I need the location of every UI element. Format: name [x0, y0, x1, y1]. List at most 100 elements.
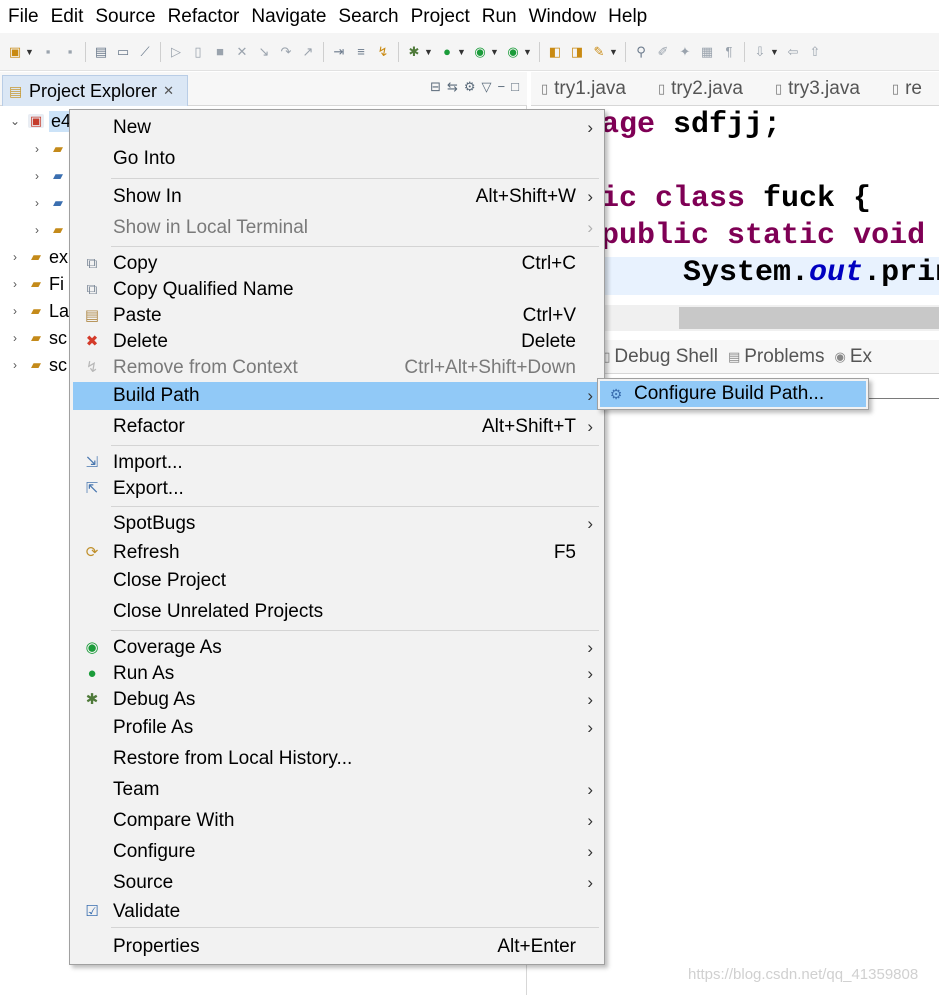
step-over-icon[interactable]: ↷ [278, 44, 294, 60]
disconnect-icon[interactable]: ✕ [234, 44, 250, 60]
tree-item-child[interactable]: › ▰ [30, 163, 71, 189]
tree-item-project[interactable]: › ▰ sc [8, 325, 67, 351]
menu-item-restore-from-local-history[interactable]: Restore from Local History... [73, 745, 601, 773]
new-class-icon[interactable]: ✎ [591, 44, 607, 60]
chevron-down-icon[interactable]: ⌄ [8, 114, 22, 128]
menu-item-configure[interactable]: Configure › [73, 838, 601, 866]
next-annotation-dropdown-icon[interactable]: ▼ [770, 44, 779, 60]
menu-item-paste[interactable]: ▤ Paste Ctrl+V [73, 302, 601, 330]
tree-item-child[interactable]: › ▰ [30, 190, 71, 216]
chevron-right-icon[interactable]: › [30, 169, 44, 183]
pin-icon[interactable]: ⇧ [807, 44, 823, 60]
menu-source[interactable]: Source [89, 0, 161, 33]
menu-item-copy-qualified-name[interactable]: ⧉ Copy Qualified Name [73, 276, 601, 304]
menu-item-refactor[interactable]: Refactor Alt+Shift+T › [73, 413, 601, 441]
menu-item-build-path[interactable]: Build Path › [73, 382, 601, 410]
menu-help[interactable]: Help [602, 0, 653, 33]
menu-item-new[interactable]: New › [73, 114, 601, 142]
new-java-project-icon[interactable]: ◧ [547, 44, 563, 60]
menu-item-refresh[interactable]: ⟳ Refresh F5 [73, 539, 601, 567]
collapse-all-icon[interactable]: ⊟ [430, 79, 441, 95]
save-all-icon[interactable]: ▪ [62, 44, 78, 60]
search-icon[interactable]: ⚲ [633, 44, 649, 60]
menu-item-team[interactable]: Team › [73, 776, 601, 804]
menu-refactor[interactable]: Refactor [162, 0, 246, 33]
maximize-icon[interactable]: □ [511, 79, 519, 95]
block-selection-icon[interactable]: ▦ [699, 44, 715, 60]
menu-item-export[interactable]: ⇱ Export... [73, 475, 601, 503]
menu-item-validate[interactable]: ☑ Validate [73, 898, 601, 926]
drop-to-frame-icon[interactable]: ⇥ [331, 44, 347, 60]
suspend-icon[interactable]: ▯ [190, 44, 206, 60]
menu-file[interactable]: File [2, 0, 45, 33]
menu-window[interactable]: Window [523, 0, 603, 33]
menu-navigate[interactable]: Navigate [245, 0, 332, 33]
skip-breakpoints-icon[interactable]: ⟋ [137, 44, 153, 60]
chevron-right-icon[interactable]: › [30, 142, 44, 156]
editor-tab[interactable]: ▯ re [882, 78, 939, 100]
menu-item-remove-from-context[interactable]: ↯ Remove from Context Ctrl+Alt+Shift+Down [73, 354, 601, 382]
editor-tab[interactable]: ▯ try1.java [531, 78, 648, 100]
chevron-right-icon[interactable]: › [30, 223, 44, 237]
next-annotation-icon[interactable]: ⇩ [752, 44, 768, 60]
terminal-icon[interactable]: ▭ [115, 44, 131, 60]
bottom-tab-ex[interactable]: ◉ Ex [825, 346, 873, 368]
menu-item-show-in[interactable]: Show In Alt+Shift+W › [73, 183, 601, 211]
save-icon[interactable]: ▪ [40, 44, 56, 60]
menu-item-source[interactable]: Source › [73, 869, 601, 897]
menu-item-go-into[interactable]: Go Into [73, 145, 601, 173]
menu-project[interactable]: Project [405, 0, 476, 33]
step-into-icon[interactable]: ↘ [256, 44, 272, 60]
coverage-dropdown-icon[interactable]: ▼ [490, 44, 499, 60]
minimize-icon[interactable]: − [498, 79, 506, 95]
configure-build-path-item[interactable]: ⚙ Configure Build Path... [600, 381, 866, 407]
scrollbar-thumb[interactable] [679, 307, 939, 329]
chevron-right-icon[interactable]: › [8, 331, 22, 345]
tree-item-child[interactable]: › ▰ [30, 217, 71, 243]
bottom-tab-debug-shell[interactable]: ▯ Debug Shell [593, 346, 718, 368]
menu-item-delete[interactable]: ✖ Delete Delete [73, 328, 601, 356]
chevron-right-icon[interactable]: › [8, 250, 22, 264]
menu-item-copy[interactable]: ⧉ Copy Ctrl+C [73, 250, 601, 278]
close-icon[interactable]: ✕ [163, 83, 174, 99]
menu-run[interactable]: Run [476, 0, 523, 33]
terminate-icon[interactable]: ■ [212, 44, 228, 60]
tree-item-project[interactable]: › ▰ ex [8, 244, 68, 270]
editor-tab[interactable]: ▯ try3.java [765, 78, 882, 100]
new-class-dropdown-icon[interactable]: ▼ [609, 44, 618, 60]
editor-tab[interactable]: ▯ try2.java [648, 78, 765, 100]
debug-dropdown-icon[interactable]: ▼ [424, 44, 433, 60]
coverage-icon[interactable]: ◉ [472, 44, 488, 60]
chevron-right-icon[interactable]: › [8, 358, 22, 372]
show-whitespace-icon[interactable]: ¶ [721, 44, 737, 60]
external-tools-dropdown-icon[interactable]: ▼ [523, 44, 532, 60]
new-dropdown-icon[interactable]: ▼ [25, 44, 34, 60]
menu-item-profile-as[interactable]: Profile As › [73, 714, 601, 742]
menu-item-import[interactable]: ⇲ Import... [73, 449, 601, 477]
use-step-filters-icon[interactable]: ≡ [353, 44, 369, 60]
menu-item-show-in-local-terminal[interactable]: Show in Local Terminal › [73, 214, 601, 242]
tree-item-child[interactable]: › ▰ [30, 136, 71, 162]
view-menu-icon[interactable]: ▽ [482, 79, 492, 95]
tree-item-project[interactable]: › ▰ La [8, 298, 69, 324]
resume-icon[interactable]: ▷ [168, 44, 184, 60]
chevron-right-icon[interactable]: › [8, 277, 22, 291]
menu-search[interactable]: Search [332, 0, 404, 33]
tree-item-project[interactable]: › ▰ sc [8, 352, 67, 378]
debug-icon[interactable]: ✱ [406, 44, 422, 60]
menu-item-close-unrelated-projects[interactable]: Close Unrelated Projects [73, 598, 601, 626]
build-icon[interactable]: ↯ [375, 44, 391, 60]
tree-item-root[interactable]: ⌄ ▣ e4 [8, 108, 74, 134]
menu-item-properties[interactable]: Properties Alt+Enter [73, 933, 601, 961]
filter-icon[interactable]: ⚙ [464, 79, 476, 95]
menu-item-compare-with[interactable]: Compare With › [73, 807, 601, 835]
new-icon[interactable]: ▣ [7, 44, 23, 60]
menu-item-close-project[interactable]: Close Project [73, 567, 601, 595]
menu-item-coverage-as[interactable]: ◉ Coverage As › [73, 634, 601, 662]
mark-occurrences-icon[interactable]: ✦ [677, 44, 693, 60]
open-folder-icon[interactable]: ◨ [569, 44, 585, 60]
binary-icon[interactable]: ▤ [93, 44, 109, 60]
chevron-right-icon[interactable]: › [8, 304, 22, 318]
link-editor-icon[interactable]: ⇆ [447, 79, 458, 95]
menu-item-debug-as[interactable]: ✱ Debug As › [73, 686, 601, 714]
